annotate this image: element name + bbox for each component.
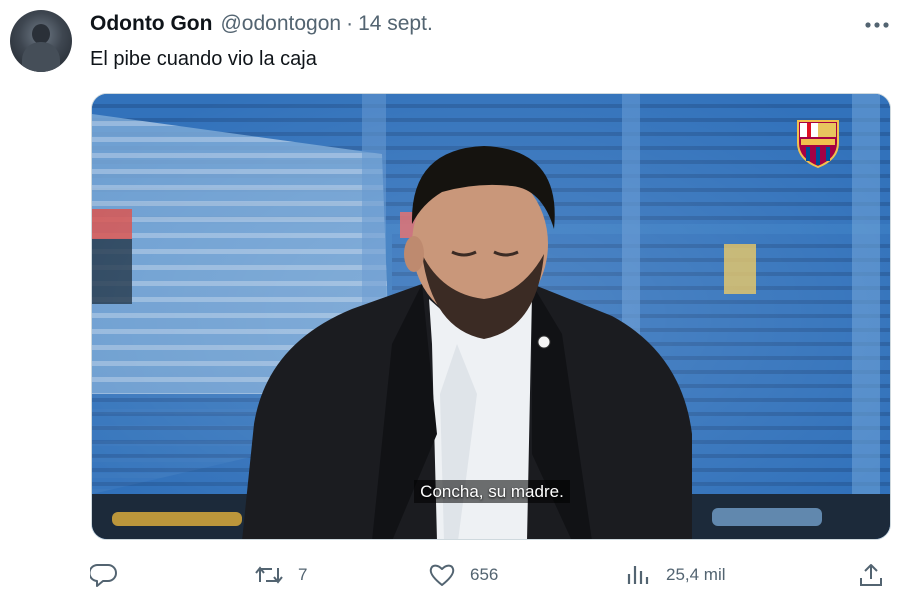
more-options-button[interactable] (862, 12, 892, 38)
views-button[interactable]: 25,4 mil (626, 560, 726, 590)
author-name[interactable]: Odonto Gon (90, 12, 212, 36)
author-handle[interactable]: @odontogon (220, 12, 341, 36)
like-button[interactable]: 656 (428, 560, 498, 590)
video-frame (92, 94, 890, 539)
video-caption: Concha, su madre. (92, 480, 890, 503)
avatar[interactable] (10, 10, 72, 72)
tweet-header: Odonto Gon @odontogon · 14 sept. (90, 12, 433, 40)
share-icon (860, 564, 882, 586)
more-dots-icon (865, 22, 889, 28)
tweet-card: Odonto Gon @odontogon · 14 sept. El pibe… (0, 0, 900, 600)
tweet-date[interactable]: 14 sept. (358, 12, 433, 36)
header-separator: · (346, 12, 354, 35)
reply-icon (90, 564, 117, 587)
avatar-figure-body (22, 42, 60, 72)
share-button[interactable] (858, 560, 898, 590)
video-caption-text: Concha, su madre. (414, 480, 570, 503)
tweet-text: El pibe cuando vio la caja (90, 48, 317, 70)
views-icon (627, 566, 649, 584)
retweet-icon (255, 566, 283, 584)
retweet-count: 7 (298, 565, 308, 584)
tweet-actions: 7 656 25,4 mil (90, 560, 890, 590)
tweet-video[interactable]: Concha, su madre. (91, 93, 891, 540)
retweet-button[interactable]: 7 (254, 560, 307, 590)
heart-icon (429, 564, 455, 586)
views-count: 25,4 mil (666, 565, 726, 584)
avatar-figure-head (32, 24, 50, 44)
like-count: 656 (470, 565, 499, 584)
reply-button[interactable] (90, 560, 132, 590)
